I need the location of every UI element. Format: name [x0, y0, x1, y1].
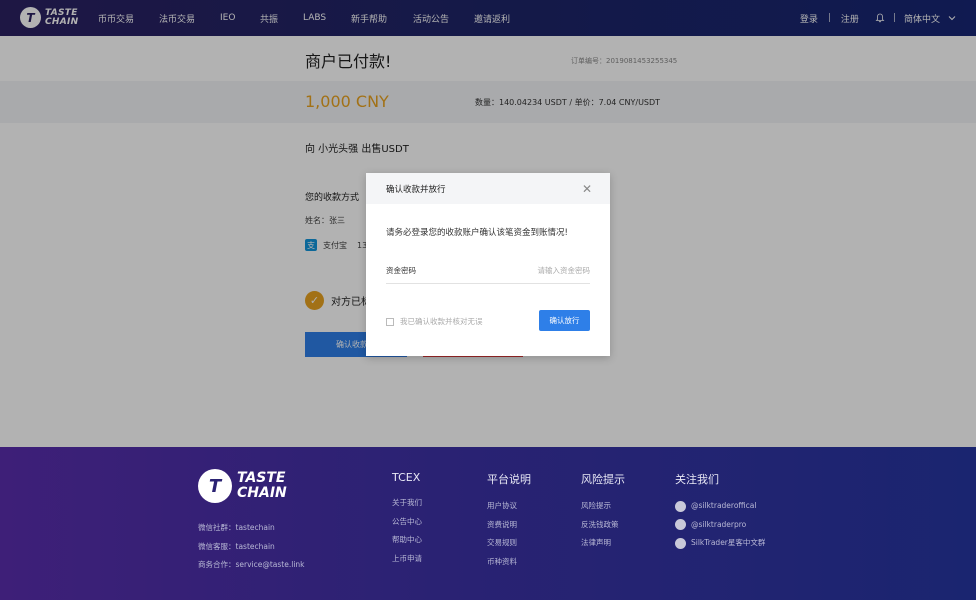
footer-link[interactable]: 风险提示: [581, 497, 625, 516]
footer-link[interactable]: 反洗钱政策: [581, 516, 625, 535]
footer-col-follow: 关注我们 @silktraderoffical @silktraderpro S…: [675, 471, 765, 553]
password-label: 资金密码: [386, 266, 416, 275]
footer-link[interactable]: 资费说明: [487, 516, 531, 535]
modal-message: 请务必登录您的收款账户确认该笔资金到账情况!: [386, 228, 568, 238]
social-icon: [675, 537, 686, 549]
footer-link[interactable]: 用户协议: [487, 497, 531, 516]
footer-link[interactable]: 上币申请: [392, 550, 422, 569]
footer-heading: 风险提示: [581, 473, 625, 486]
contact-wechat-group: 微信社群：tastechain: [198, 523, 275, 532]
social-icon: [675, 500, 686, 512]
social-link[interactable]: SilkTrader星客中文群: [675, 534, 765, 553]
footer-col-tcex: TCEX 关于我们 公告中心 帮助中心 上币申请: [392, 471, 422, 568]
footer-col-platform: 平台说明 用户协议 资费说明 交易规则 币种资料: [487, 471, 531, 571]
footer-logo: T TASTE CHAIN: [198, 469, 287, 503]
password-field[interactable]: 资金密码 请输入资金密码: [386, 265, 590, 284]
contact-business: 商务合作：service@taste.link: [198, 560, 305, 569]
modal-header: 确认收款并放行 ✕: [366, 173, 610, 204]
footer-heading: 平台说明: [487, 473, 531, 486]
close-icon[interactable]: ✕: [582, 182, 592, 196]
footer-heading: TCEX: [392, 471, 421, 484]
contact-wechat-service: 微信客服：tastechain: [198, 541, 275, 551]
social-link[interactable]: @silktraderpro: [675, 516, 765, 535]
password-input[interactable]: 请输入资金密码: [538, 265, 591, 283]
agree-label: 我已确认收款并核对无误: [400, 317, 483, 326]
footer: T TASTE CHAIN 微信社群：tastechain 微信客服：taste…: [0, 447, 976, 600]
social-link[interactable]: @silktraderoffical: [675, 497, 765, 516]
footer-col-risk: 风险提示 风险提示 反洗钱政策 法律声明: [581, 471, 625, 553]
footer-link[interactable]: 法律声明: [581, 534, 625, 553]
footer-link[interactable]: 币种资料: [487, 553, 531, 572]
social-icon: [675, 519, 686, 531]
footer-link[interactable]: 交易规则: [487, 534, 531, 553]
release-modal: 确认收款并放行 ✕ 请务必登录您的收款账户确认该笔资金到账情况! 资金密码 请输…: [366, 173, 610, 356]
agree-checkbox[interactable]: [386, 317, 394, 326]
modal-title: 确认收款并放行: [386, 184, 446, 195]
footer-link[interactable]: 公告中心: [392, 513, 422, 532]
footer-contacts: 微信社群：tastechain 微信客服：tastechain 商务合作：ser…: [198, 519, 305, 575]
footer-link[interactable]: 帮助中心: [392, 531, 422, 550]
footer-logo-mark-icon: T: [198, 469, 232, 503]
confirm-release-button[interactable]: 确认放行: [539, 310, 590, 331]
footer-link[interactable]: 关于我们: [392, 494, 422, 513]
footer-heading: 关注我们: [675, 473, 719, 486]
footer-logo-text: TASTE CHAIN: [237, 470, 287, 501]
agree-row[interactable]: 我已确认收款并核对无误: [386, 316, 483, 327]
